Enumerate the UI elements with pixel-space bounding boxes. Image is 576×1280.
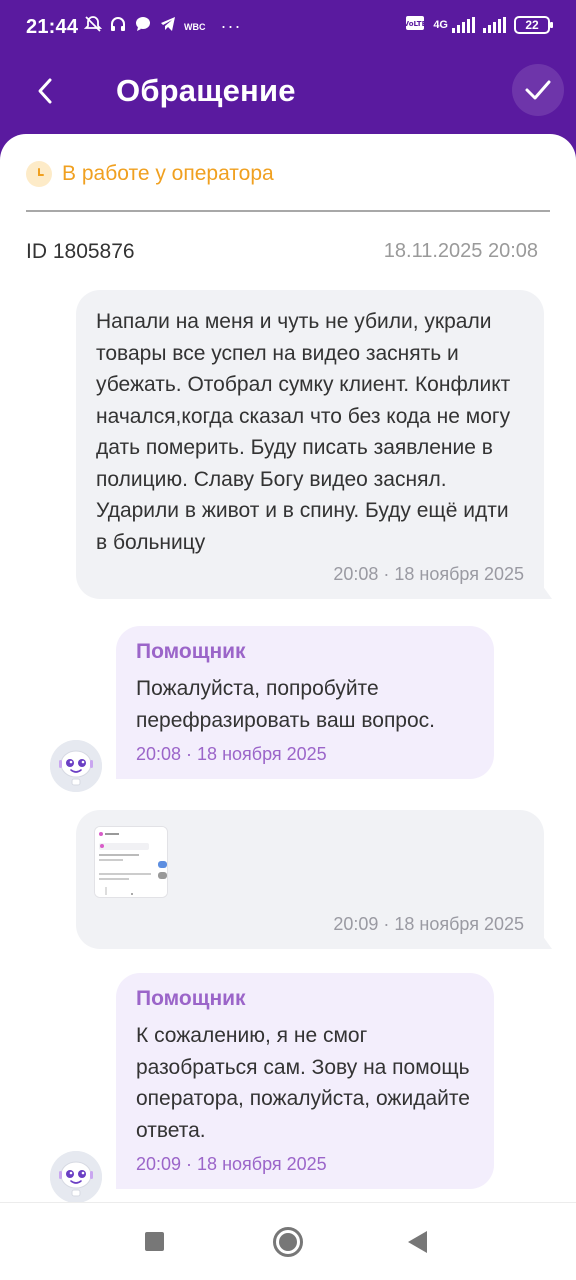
conversation-sheet[interactable]: В работе у оператора ID 1805876 18.11.20… (0, 134, 576, 1280)
bot-message: Помощник Пожалуйста, попробуйте перефраз… (116, 626, 494, 779)
confirm-button[interactable] (512, 64, 564, 116)
battery-icon: 22 (514, 15, 553, 34)
volte-icon: VoLTE (404, 15, 427, 34)
svg-text:VoLTE: VoLTE (405, 20, 425, 28)
wbc-icon: WBC (184, 21, 206, 32)
home-icon (279, 1233, 297, 1251)
message-time: 20:08 · 18 ноября 2025 (333, 564, 524, 584)
home-button[interactable] (273, 1227, 303, 1257)
message-text: Пожалуйста, попробуйте перефразировать в… (136, 677, 436, 732)
notification-icons: WBC ··· (83, 15, 242, 38)
bubble-tail (542, 935, 552, 949)
message-text: Напали на меня и чуть не убили, украли т… (96, 310, 511, 554)
image-attachment[interactable] (94, 826, 168, 898)
chat-icon (134, 15, 152, 38)
status-time: 21:44 (26, 16, 79, 38)
divider (26, 210, 550, 212)
screenshot-thumbnail-icon (95, 827, 167, 897)
network-type: 4G (433, 18, 448, 31)
page-title: Обращение (116, 73, 296, 108)
status-text: В работе у оператора (62, 162, 274, 185)
telegram-icon (159, 15, 177, 38)
sender-name: Помощник (136, 640, 246, 663)
bot-avatar (50, 740, 102, 792)
check-icon (525, 80, 551, 100)
system-nav-bar (0, 1202, 576, 1280)
ticket-id: ID 1805876 (26, 240, 135, 263)
back-button[interactable] (22, 68, 68, 114)
user-attachment-message: 20:09 · 18 ноября 2025 (76, 810, 552, 949)
bot-avatar (50, 1151, 102, 1203)
recent-apps-button[interactable] (145, 1232, 164, 1251)
chevron-left-icon (38, 78, 52, 104)
app-header: Обращение (0, 56, 576, 136)
message-text: К сожалению, я не смог разобраться сам. … (136, 1024, 470, 1142)
message-time: 20:09 · 18 ноября 2025 (333, 914, 524, 934)
clock-icon (26, 161, 52, 187)
more-dots-icon: ··· (220, 16, 242, 36)
message-time: 20:09 · 18 ноября 2025 (136, 1154, 327, 1174)
bubble-tail (542, 585, 552, 599)
sender-name: Помощник (136, 987, 246, 1010)
system-indicators: VoLTE 4G 22 (404, 15, 553, 34)
bot-message: Помощник К сожалению, я не смог разобрат… (116, 973, 494, 1189)
message-time: 20:08 · 18 ноября 2025 (136, 744, 327, 764)
status-bar: 21:44 WBC ··· VoLTE 4G 22 (0, 0, 576, 56)
ticket-status: В работе у оператора (26, 161, 274, 187)
user-message: Напали на меня и чуть не убили, украли т… (76, 290, 552, 599)
headphones-icon (109, 15, 127, 38)
ticket-date: 18.11.2025 20:08 (383, 240, 538, 262)
dnd-icon (83, 15, 103, 38)
signal-icon (452, 16, 475, 33)
signal-icon-2 (483, 16, 506, 33)
robot-icon (50, 740, 102, 792)
robot-icon (50, 1151, 102, 1203)
system-back-button[interactable] (408, 1231, 427, 1253)
